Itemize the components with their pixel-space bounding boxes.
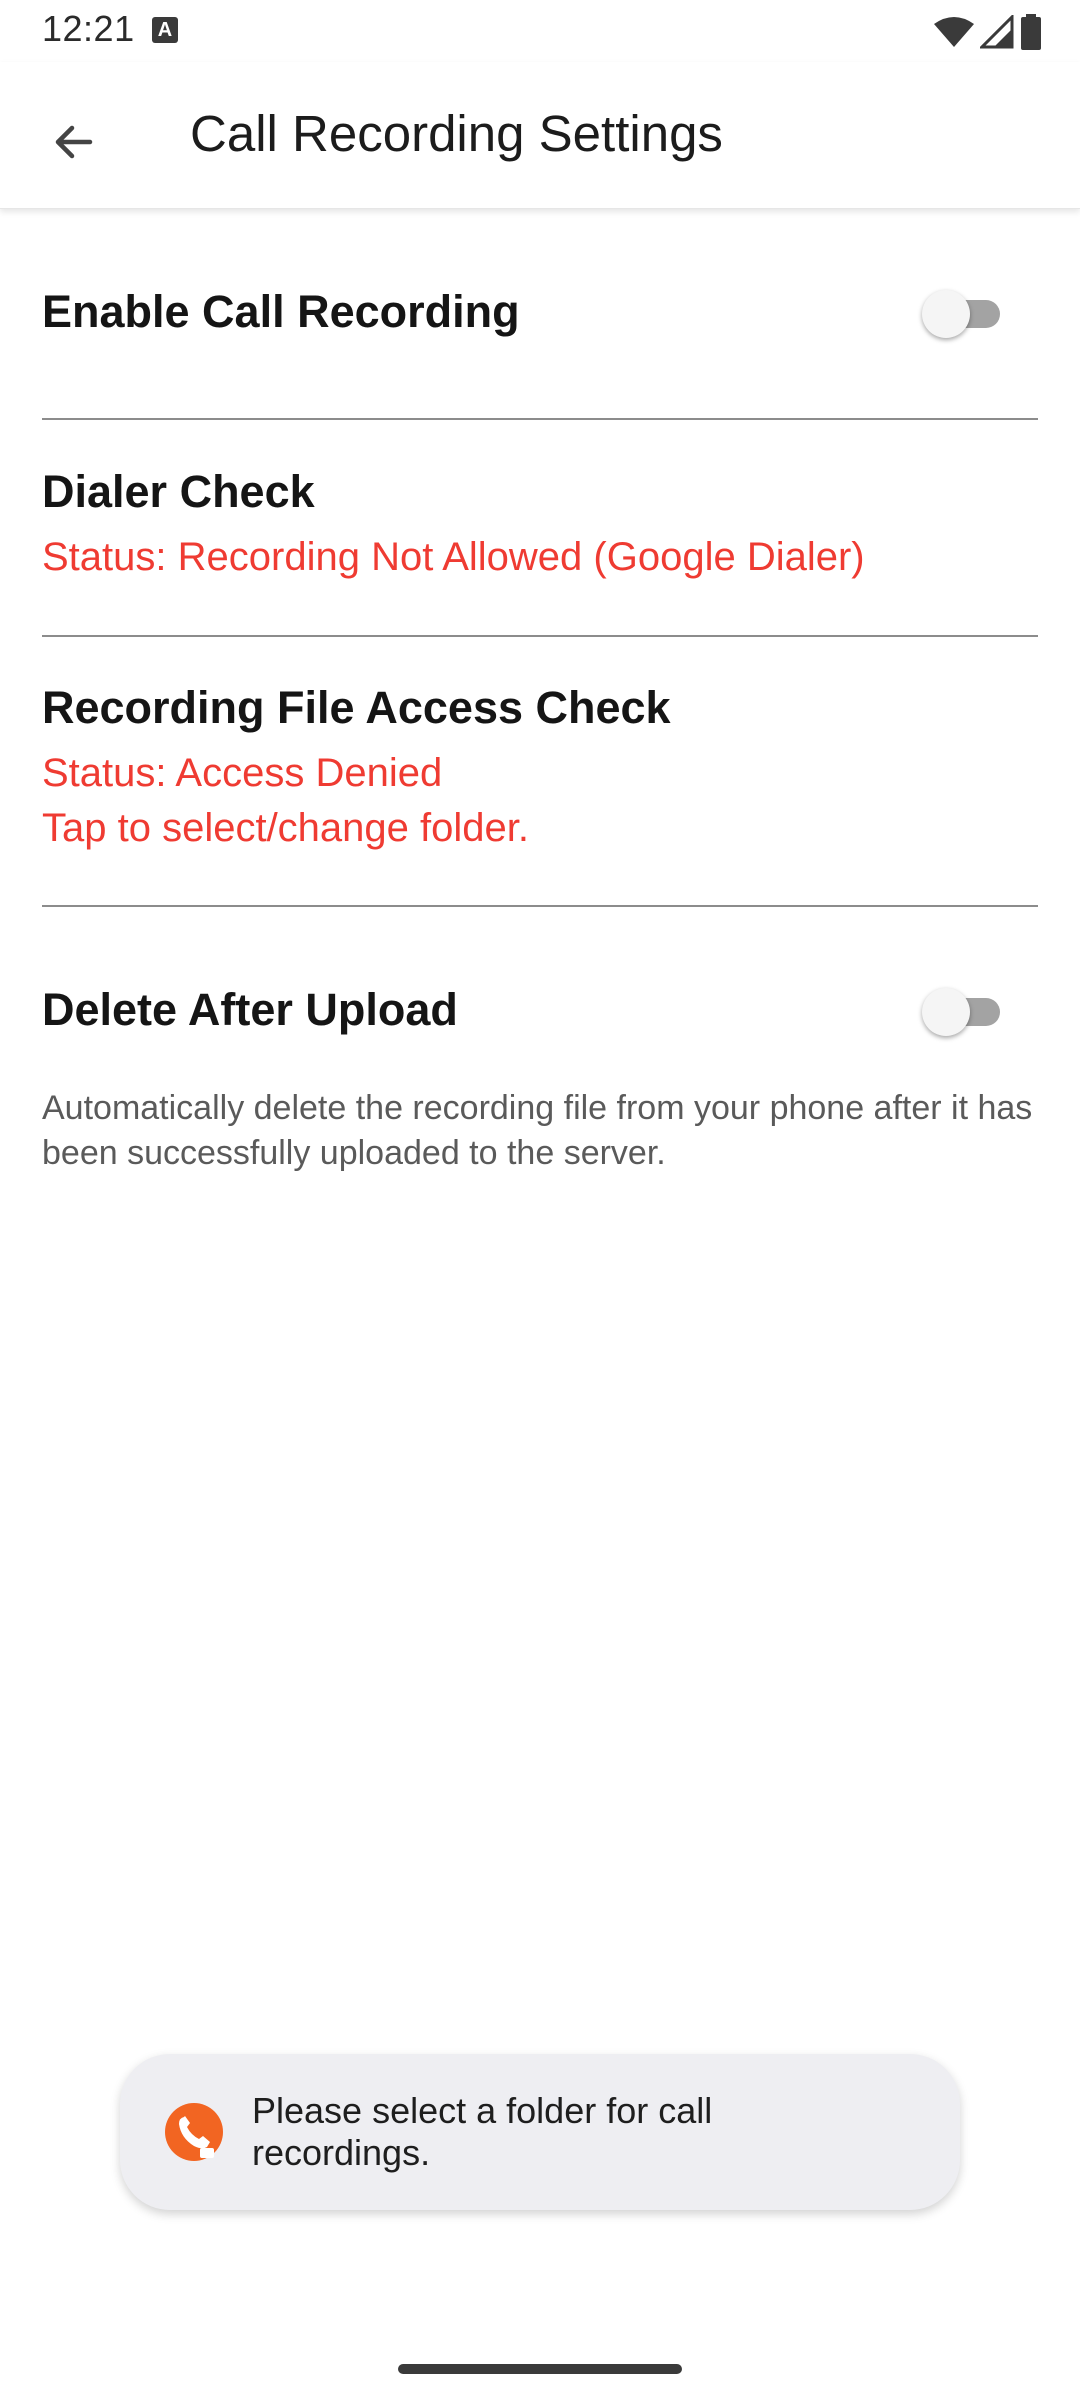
home-indicator[interactable]: [398, 2364, 682, 2374]
status-bar: 12:21 A: [0, 0, 1080, 62]
toast-message: Please select a folder for call recordin…: [120, 2054, 960, 2210]
delete-after-upload-toggle[interactable]: [922, 988, 1002, 1036]
dialer-check-status: Status: Recording Not Allowed (Google Di…: [42, 535, 865, 579]
divider: [42, 418, 1038, 420]
delete-after-upload-row[interactable]: Delete After Upload: [42, 984, 1038, 1036]
file-access-check-row[interactable]: Recording File Access Check Status: Acce…: [42, 682, 1038, 856]
arrow-left-icon: [55, 125, 93, 159]
wifi-icon: [934, 17, 974, 47]
notification-a-icon: A: [152, 17, 178, 43]
battery-icon: [1021, 14, 1041, 50]
phone-app-icon: [165, 2103, 223, 2161]
cell-signal-icon: [980, 15, 1014, 49]
dialer-check-title: Dialer Check: [42, 466, 315, 517]
divider: [42, 635, 1038, 637]
divider: [42, 905, 1038, 907]
file-access-check-title: Recording File Access Check: [42, 682, 671, 733]
file-access-status: Status: Access Denied: [42, 751, 443, 795]
delete-after-upload-description: Automatically delete the recording file …: [42, 1089, 1033, 1172]
status-icons: [934, 12, 1042, 52]
enable-recording-title: Enable Call Recording: [42, 286, 520, 337]
enable-recording-row[interactable]: Enable Call Recording: [42, 286, 1038, 338]
file-access-hint: Tap to select/change folder.: [42, 806, 529, 850]
toast-text: Please select a folder for call recordin…: [252, 2090, 713, 2173]
toggle-thumb: [922, 290, 970, 338]
back-button[interactable]: [32, 100, 116, 184]
delete-after-upload-title: Delete After Upload: [42, 984, 458, 1035]
app-bar: Call Recording Settings: [0, 62, 1080, 209]
status-time: 12:21: [42, 8, 135, 49]
dialer-check-row[interactable]: Dialer Check Status: Recording Not Allow…: [42, 466, 1038, 585]
toggle-thumb: [922, 988, 970, 1036]
page-title: Call Recording Settings: [190, 105, 723, 162]
enable-recording-toggle[interactable]: [922, 290, 1002, 338]
